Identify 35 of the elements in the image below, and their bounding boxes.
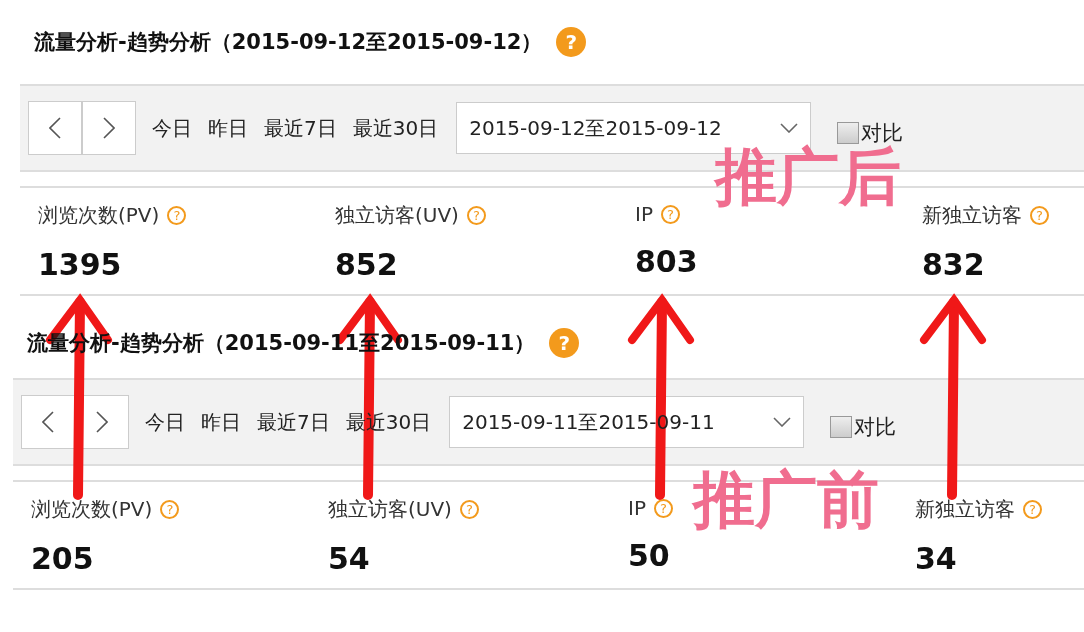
metric-value: 50 xyxy=(628,538,671,573)
chevron-left-icon xyxy=(42,411,54,433)
metric-label: 新独立访客 xyxy=(922,202,1022,229)
metric-label: 独立访客(UV) xyxy=(328,496,452,523)
quick-range-link[interactable]: 昨日 xyxy=(208,114,248,142)
metric-label: 浏览次数(PV) xyxy=(31,496,153,523)
quick-range-link[interactable]: 最近7日 xyxy=(257,408,330,436)
chevron-down-icon xyxy=(773,417,792,427)
metric-value: 803 xyxy=(635,244,699,279)
chevron-right-icon xyxy=(96,411,108,433)
metric-value: 34 xyxy=(915,541,958,576)
metric-label: 新独立访客 xyxy=(915,496,1015,523)
metric-label: 独立访客(UV) xyxy=(335,202,459,229)
quick-range-link[interactable]: 今日 xyxy=(152,114,192,142)
quick-range-link[interactable]: 最近30日 xyxy=(352,114,439,142)
chevron-right-icon xyxy=(103,117,115,139)
chevron-down-icon xyxy=(780,123,799,133)
previous-button[interactable] xyxy=(21,395,75,449)
metric-value: 832 xyxy=(922,247,986,282)
metric-label: 浏览次数(PV) xyxy=(38,202,160,229)
quick-range-link[interactable]: 最近7日 xyxy=(264,114,337,142)
chevron-left-icon xyxy=(49,117,61,139)
compare-checkbox[interactable] xyxy=(837,122,860,144)
metric-label: IP xyxy=(635,202,653,226)
metric-label: IP xyxy=(628,496,646,520)
metric-value: 852 xyxy=(335,247,399,282)
metric-value: 205 xyxy=(31,541,95,576)
panel-title: 流量分析-趋势分析（2015-09-12至2015-09-12） xyxy=(34,29,543,56)
quick-range-link[interactable]: 今日 xyxy=(145,408,185,436)
compare-label: 对比 xyxy=(854,414,897,441)
metric-value: 1395 xyxy=(38,247,123,282)
annotation-text: 推广前 xyxy=(693,462,879,538)
compare-checkbox[interactable] xyxy=(830,416,853,438)
metric-value: 54 xyxy=(328,541,371,576)
quick-range-link[interactable]: 昨日 xyxy=(201,408,241,436)
